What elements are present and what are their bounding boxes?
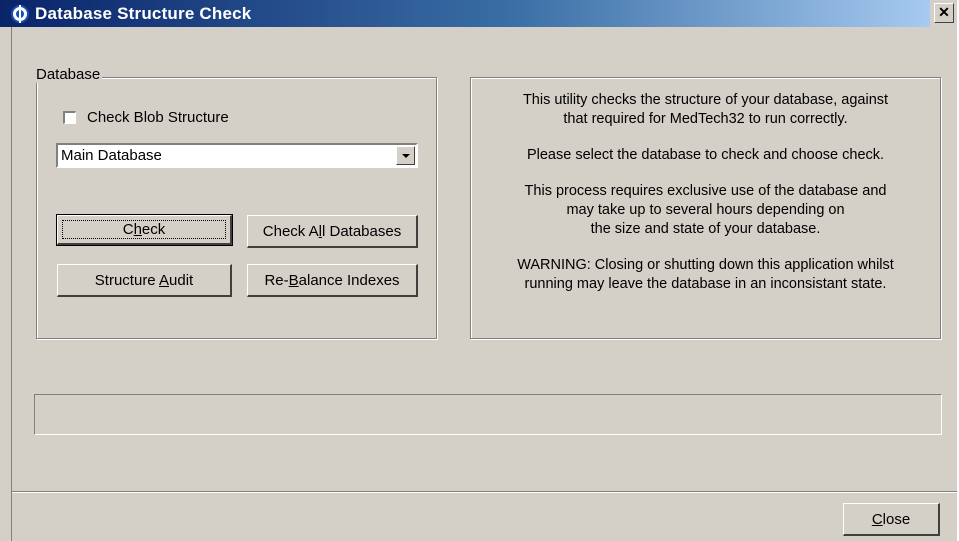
info-paragraph-warning: WARNING: Closing or shutting down this a… (517, 257, 894, 292)
database-select-value: Main Database (61, 147, 162, 164)
info-paragraph-intro: This utility checks the structure of you… (522, 92, 889, 127)
checkbox-box[interactable] (63, 111, 76, 124)
info-paragraph-exclusive: This process requires exclusive use of t… (524, 183, 887, 237)
app-icon (11, 4, 29, 23)
window-title: Database Structure Check (35, 3, 252, 23)
progress-bar (34, 394, 942, 435)
database-select[interactable]: Main Database (56, 143, 418, 168)
rebalance-indexes-label: Re-Balance Indexes (264, 271, 400, 289)
chevron-down-icon[interactable] (396, 146, 415, 165)
dialog-window: Database Structure Check ✕ Database Chec… (0, 0, 959, 541)
info-text: This utility checks the structure of you… (472, 91, 939, 311)
footer-divider (12, 491, 957, 493)
structure-audit-label: Structure Audit (94, 271, 194, 289)
close-icon[interactable]: ✕ (934, 3, 954, 23)
info-paragraph-instruction: Please select the database to check and … (526, 147, 885, 163)
close-button[interactable]: Close (843, 503, 940, 536)
check-all-databases-button[interactable]: Check All Databases (247, 215, 418, 248)
close-button-label: Close (871, 510, 911, 528)
check-button-label: Check (122, 221, 166, 238)
structure-audit-button[interactable]: Structure Audit (57, 264, 232, 297)
check-blob-structure-label: Check Blob Structure (87, 109, 229, 126)
title-bar[interactable]: Database Structure Check (0, 0, 930, 27)
check-blob-structure-checkbox[interactable]: Check Blob Structure (63, 109, 229, 126)
check-all-databases-label: Check All Databases (262, 222, 402, 240)
database-group-legend: Database (34, 66, 103, 83)
rebalance-indexes-button[interactable]: Re-Balance Indexes (247, 264, 418, 297)
window-left-edge (11, 27, 12, 541)
check-button[interactable]: Check (56, 214, 233, 246)
